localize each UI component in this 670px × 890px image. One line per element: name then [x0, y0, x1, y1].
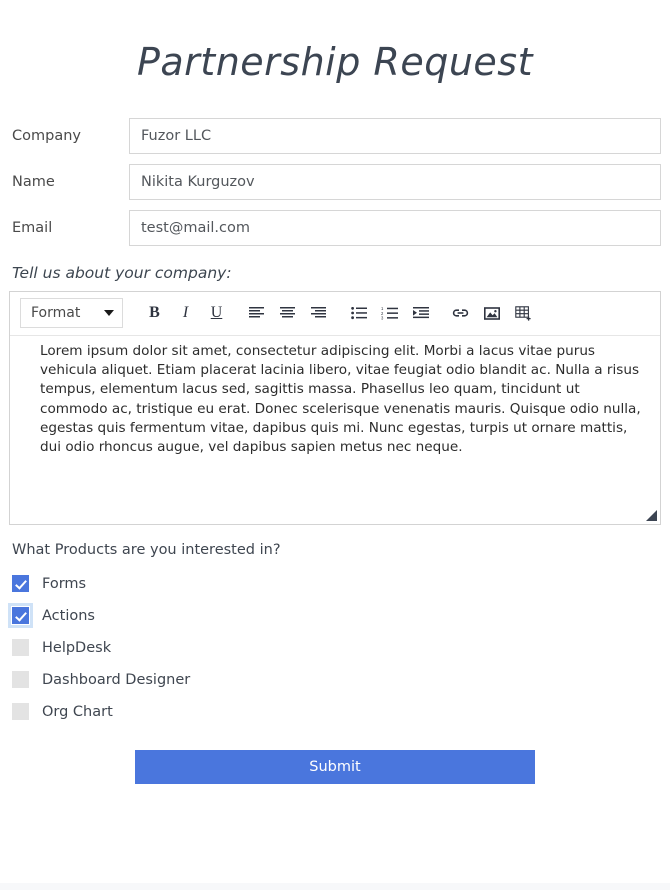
table-icon[interactable] [507, 298, 538, 328]
checkbox-org-chart[interactable] [12, 703, 29, 721]
checkbox-row-dashboard-designer[interactable]: Dashboard Designer [9, 664, 661, 696]
checkbox-row-actions[interactable]: Actions [8, 600, 661, 632]
form-fields: Company Name Email Tell us about your co… [0, 117, 670, 525]
underline-icon[interactable]: U [201, 298, 232, 328]
underline-glyph: U [210, 304, 223, 322]
submit-button[interactable]: Submit [135, 749, 535, 784]
bold-glyph: B [149, 304, 160, 322]
email-label: Email [12, 219, 53, 236]
checkbox-dashboard-designer[interactable] [12, 671, 29, 689]
italic-glyph: I [182, 304, 189, 322]
align-center-icon[interactable] [272, 298, 303, 328]
indent-icon[interactable] [405, 298, 436, 328]
checkbox-label-org-chart: Org Chart [42, 703, 113, 720]
format-select[interactable]: Format [20, 298, 123, 329]
checkbox-row-helpdesk[interactable]: HelpDesk [9, 632, 661, 664]
company-label: Company [12, 127, 81, 144]
page-title: Partnership Request [136, 40, 533, 84]
name-input[interactable] [129, 163, 661, 200]
checkbox-label-actions: Actions [42, 607, 95, 624]
checkbox-row-org-chart[interactable]: Org Chart [9, 696, 661, 728]
bulleted-list-icon[interactable] [343, 298, 374, 328]
footer-band [0, 883, 670, 890]
rich-text-editor: Format B I U 1 2 3 Lorem ipsum dolor sit… [9, 290, 661, 525]
submit-area: Submit [0, 749, 670, 784]
resize-handle-icon[interactable] [646, 509, 657, 521]
align-left-icon[interactable] [241, 298, 272, 328]
products-question: What Products are you interested in? [12, 541, 281, 558]
align-right-icon[interactable] [303, 298, 334, 328]
svg-text:3: 3 [381, 315, 384, 319]
editor-toolbar: Format B I U 1 2 3 [10, 292, 660, 336]
form-row-name: Name [9, 163, 661, 200]
name-label: Name [12, 173, 55, 190]
checkbox-actions[interactable] [8, 603, 33, 629]
products-checkbox-group: What Products are you interested in? For… [0, 542, 670, 728]
checkbox-label-dashboard-designer: Dashboard Designer [42, 671, 191, 688]
checkbox-helpdesk[interactable] [12, 639, 29, 657]
format-select-label: Format [31, 305, 81, 322]
form-row-company: Company [9, 117, 661, 154]
link-icon[interactable] [445, 298, 476, 328]
italic-icon[interactable]: I [170, 298, 201, 328]
image-icon[interactable] [476, 298, 507, 328]
bold-icon[interactable]: B [139, 298, 170, 328]
editor-label: Tell us about your company: [12, 263, 232, 282]
form-row-email: Email [9, 209, 661, 246]
checkbox-forms[interactable] [12, 575, 29, 593]
editor-paragraph: Lorem ipsum dolor sit amet, consectetur … [40, 342, 641, 456]
checkbox-label-helpdesk: HelpDesk [42, 639, 112, 656]
email-input[interactable] [129, 209, 661, 246]
checkbox-label-forms: Forms [42, 575, 87, 592]
checkbox-row-forms[interactable]: Forms [9, 568, 661, 600]
chevron-down-icon [104, 310, 114, 317]
company-input[interactable] [129, 117, 661, 154]
editor-content-area[interactable]: Lorem ipsum dolor sit amet, consectetur … [10, 336, 660, 524]
numbered-list-icon[interactable]: 1 2 3 [374, 298, 405, 328]
